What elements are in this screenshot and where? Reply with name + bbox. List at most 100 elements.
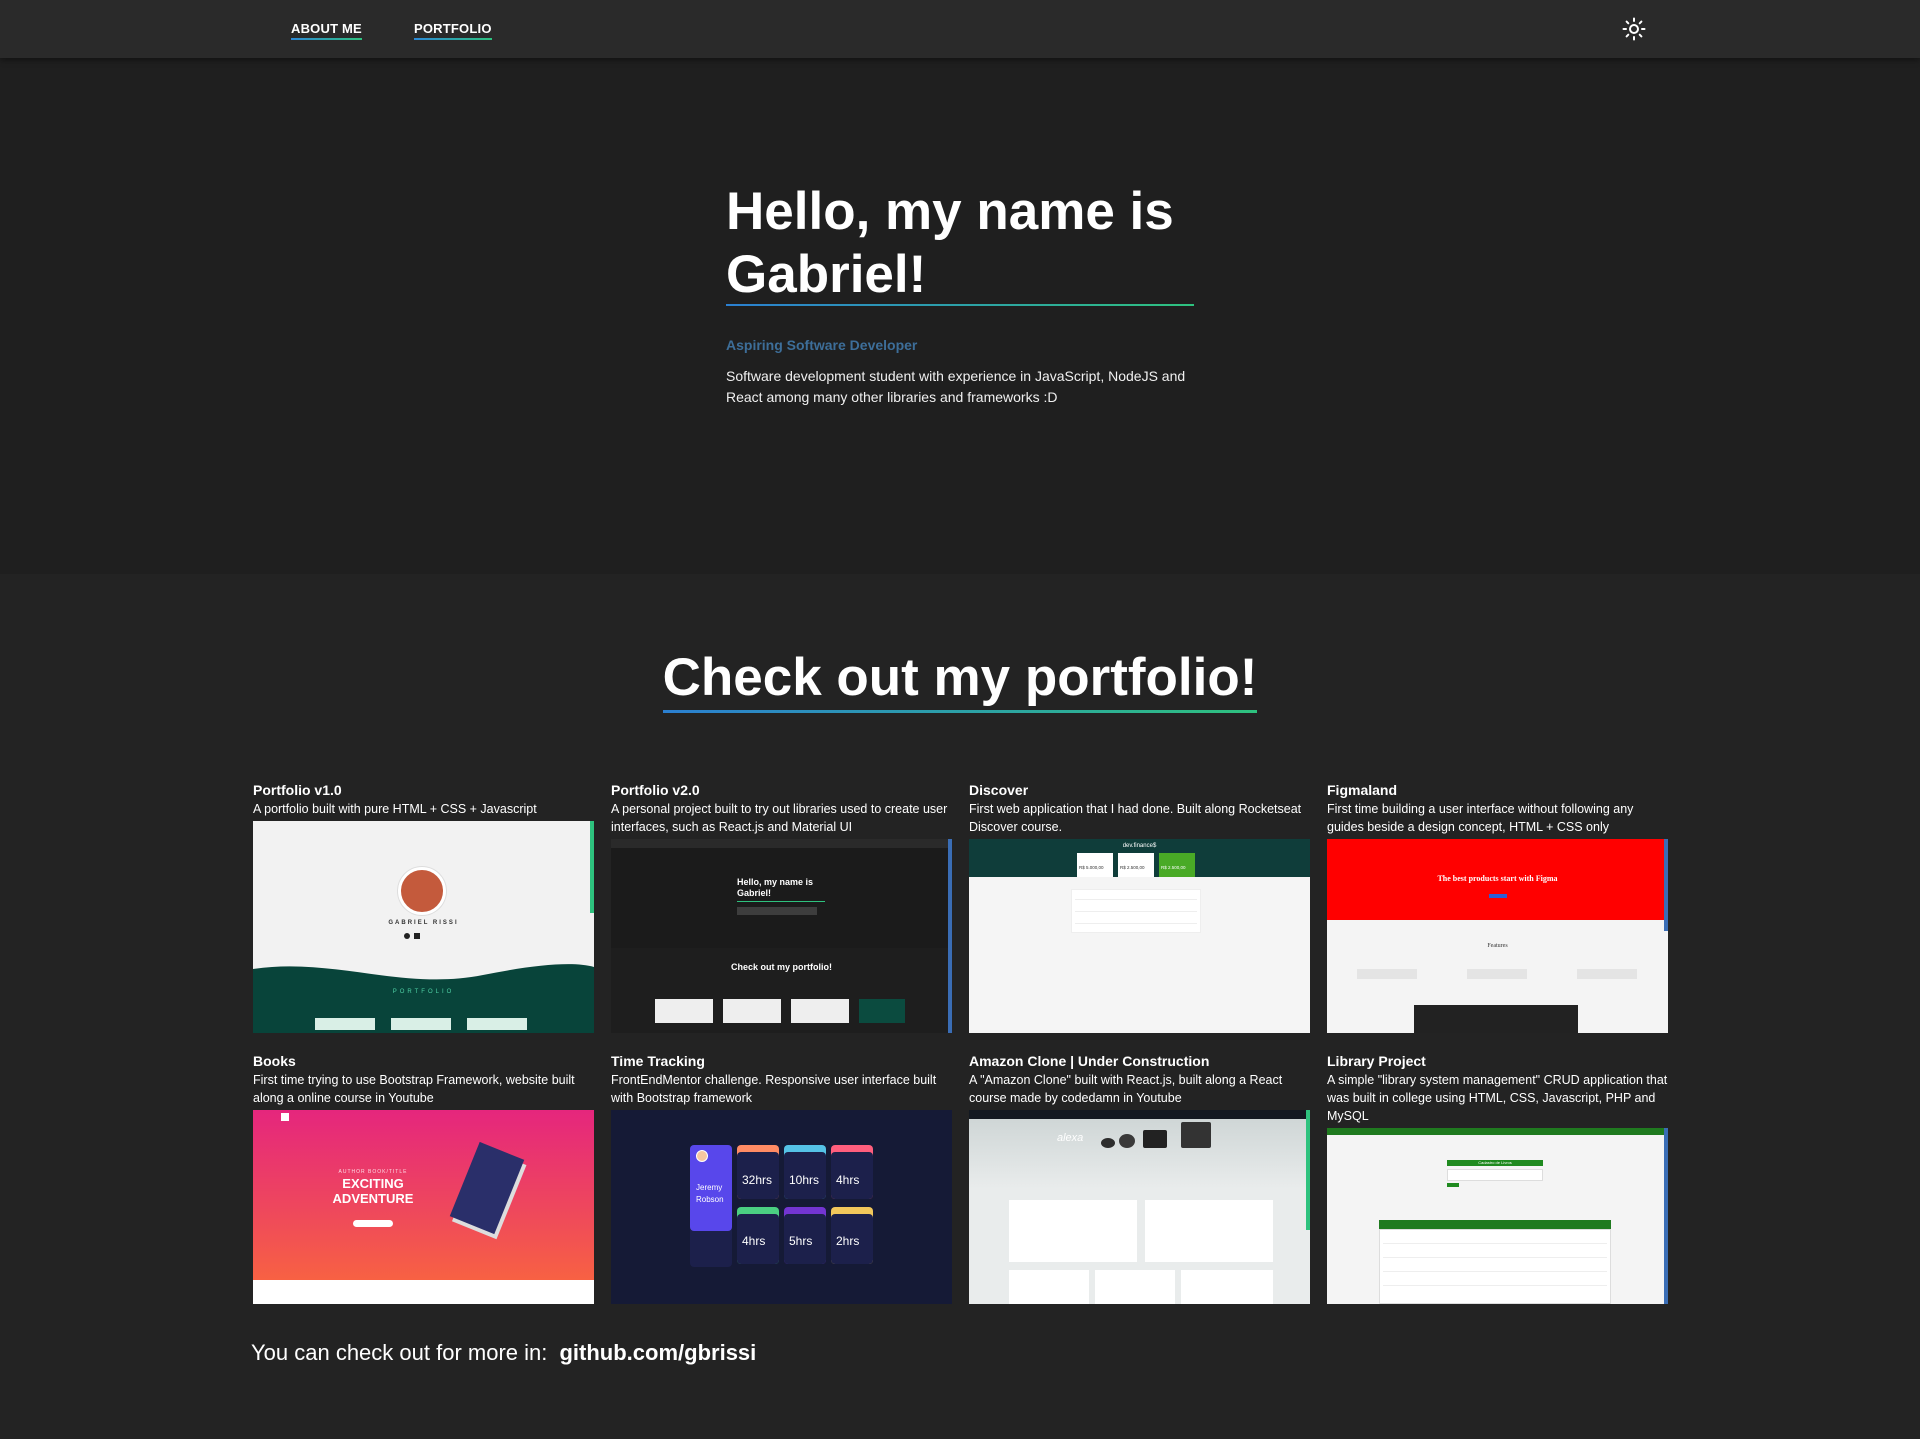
table-row	[1075, 899, 1197, 900]
mini-dark-block	[1414, 1005, 1578, 1033]
mini-card	[655, 999, 713, 1023]
thumb-name-text: GABRIEL RISSI	[388, 920, 459, 926]
github-link[interactable]: github.com/gbrissi	[559, 1340, 756, 1365]
project-description: First time trying to use Bootstrap Frame…	[253, 1073, 575, 1105]
top-navbar: ABOUT ME PORTFOLIO	[0, 0, 1920, 58]
mini-card	[467, 1018, 527, 1030]
mini-rule	[737, 901, 825, 902]
device-image	[1143, 1130, 1167, 1148]
project-thumbnail[interactable]: Cadastro de Livros	[1327, 1128, 1668, 1304]
project-name: Amazon Clone | Under Construction	[969, 1053, 1210, 1069]
hero-title-underline	[726, 304, 1194, 306]
project-name: Discover	[969, 782, 1029, 798]
hours-value: 4hrs	[836, 1173, 860, 1187]
mini-card	[791, 999, 849, 1023]
project-description: A simple "library system management" CRU…	[1327, 1073, 1668, 1123]
hero-title: Hello, my name is Gabriel!	[726, 182, 1174, 304]
balance-card-expense: R$ 2.500,00	[1118, 853, 1154, 877]
mini-card	[723, 999, 781, 1023]
portfolio-title: Check out my portfolio!	[662, 648, 1258, 713]
thumb-features-label: Features	[1487, 943, 1508, 949]
project-card-time-tracking[interactable]: Time Tracking FrontEndMentor challenge. …	[611, 1051, 952, 1304]
project-description: First web application that I had done. B…	[969, 802, 1302, 834]
mini-text-block	[737, 907, 817, 915]
thumb-hello-text: Hello, my name is Gabriel!	[737, 877, 814, 898]
project-thumbnail[interactable]: The best products start with Figma Featu…	[1327, 839, 1668, 1033]
github-icon	[404, 933, 410, 939]
sun-icon	[1622, 17, 1646, 41]
thumb-small-text: AUTHOR BOOK/TITLE	[338, 1169, 408, 1175]
thumb-user-name: Jeremy Robson	[696, 1183, 724, 1204]
project-description: FrontEndMentor challenge. Responsive use…	[611, 1073, 937, 1105]
scrollbar	[1664, 1128, 1668, 1304]
project-card-portfolio-v1[interactable]: Portfolio v1.0 A portfolio built with pu…	[253, 780, 594, 1033]
project-card-library-project[interactable]: Library Project A simple "library system…	[1327, 1051, 1668, 1304]
project-thumbnail[interactable]: Jeremy Robson 32hrs 10hrs 4hrs 4hrs 5hrs…	[611, 1110, 952, 1304]
mini-navbar	[1327, 1128, 1668, 1135]
project-name: Portfolio v1.0	[253, 782, 342, 798]
project-card-figmaland[interactable]: Figmaland First time building a user int…	[1327, 780, 1668, 1033]
scrollbar	[1306, 1110, 1310, 1230]
product-card	[1095, 1270, 1175, 1304]
mini-navbar	[969, 1110, 1310, 1119]
theme-toggle-button[interactable]	[1622, 17, 1646, 41]
hours-value: 10hrs	[789, 1173, 820, 1187]
books-table	[1379, 1229, 1611, 1304]
scrollbar	[590, 821, 594, 913]
project-card-discover[interactable]: Discover First web application that I ha…	[969, 780, 1310, 1033]
product-card	[1009, 1270, 1089, 1304]
hours-value: 2hrs	[836, 1234, 860, 1248]
nav-portfolio-link[interactable]: PORTFOLIO	[414, 21, 492, 40]
mini-button	[1447, 1183, 1459, 1187]
portfolio-heading: Check out my portfolio!	[0, 647, 1920, 713]
book-illustration	[449, 1141, 525, 1235]
hours-value: 32hrs	[742, 1173, 773, 1187]
product-card	[1181, 1270, 1273, 1304]
project-thumbnail[interactable]: GABRIEL RISSI PORTFOLIO	[253, 821, 594, 1033]
mini-form	[1447, 1169, 1543, 1181]
project-description: First time building a user interface wit…	[1327, 802, 1634, 834]
thumb-check-text: Check out my portfolio!	[731, 962, 832, 972]
avatar	[696, 1150, 708, 1162]
project-name: Library Project	[1327, 1053, 1426, 1069]
thumb-form-title: Cadastro de Livros	[1447, 1160, 1543, 1166]
mini-card	[859, 999, 905, 1023]
table-row	[1383, 1257, 1607, 1258]
nav-about-me-link[interactable]: ABOUT ME	[291, 21, 362, 40]
table-row	[1383, 1243, 1607, 1244]
mini-button	[353, 1220, 393, 1227]
product-card	[1009, 1200, 1137, 1262]
mini-navbar	[611, 839, 952, 848]
table-row	[1075, 923, 1197, 924]
mini-text-block	[1467, 969, 1527, 979]
project-thumbnail[interactable]: AUTHOR BOOK/TITLE EXCITING ADVENTURE	[253, 1110, 594, 1304]
project-thumbnail[interactable]: dev.finance$ R$ 5.000,00 R$ 2.500,00 R$ …	[969, 839, 1310, 1033]
project-name: Figmaland	[1327, 782, 1398, 798]
project-thumbnail[interactable]: Hello, my name is Gabriel! Check out my …	[611, 839, 952, 1033]
project-card-books[interactable]: Books First time trying to use Bootstrap…	[253, 1051, 594, 1304]
hours-value: 5hrs	[789, 1234, 813, 1248]
mini-card	[315, 1018, 375, 1030]
thumb-big-text: EXCITING ADVENTURE	[332, 1176, 414, 1206]
mini-banner	[969, 1119, 1310, 1189]
linkedin-icon	[414, 933, 420, 939]
project-card-amazon-clone[interactable]: Amazon Clone | Under Construction A "Ama…	[969, 1051, 1310, 1304]
more-prefix: You can check out for more in:	[251, 1340, 548, 1365]
thumb-headline: The best products start with Figma	[1437, 874, 1558, 883]
hero-description: Software development student with experi…	[726, 368, 1186, 405]
device-image	[1181, 1122, 1211, 1148]
mini-text-block	[1577, 969, 1637, 979]
table-row	[1075, 911, 1197, 912]
project-thumbnail[interactable]: alexa	[969, 1110, 1310, 1304]
scrollbar	[948, 839, 952, 1033]
project-card-portfolio-v2[interactable]: Portfolio v2.0 A personal project built …	[611, 780, 952, 1033]
project-description: A personal project built to try out libr…	[611, 802, 948, 834]
logo-icon	[281, 1113, 289, 1121]
table-header	[1379, 1220, 1611, 1229]
device-image	[1119, 1134, 1135, 1148]
table-row	[1383, 1285, 1607, 1286]
product-card	[1145, 1200, 1273, 1262]
hours-value: 4hrs	[742, 1234, 766, 1248]
more-projects-text: You can check out for more in: github.co…	[251, 1340, 756, 1366]
thumb-section-label: PORTFOLIO	[392, 989, 455, 995]
